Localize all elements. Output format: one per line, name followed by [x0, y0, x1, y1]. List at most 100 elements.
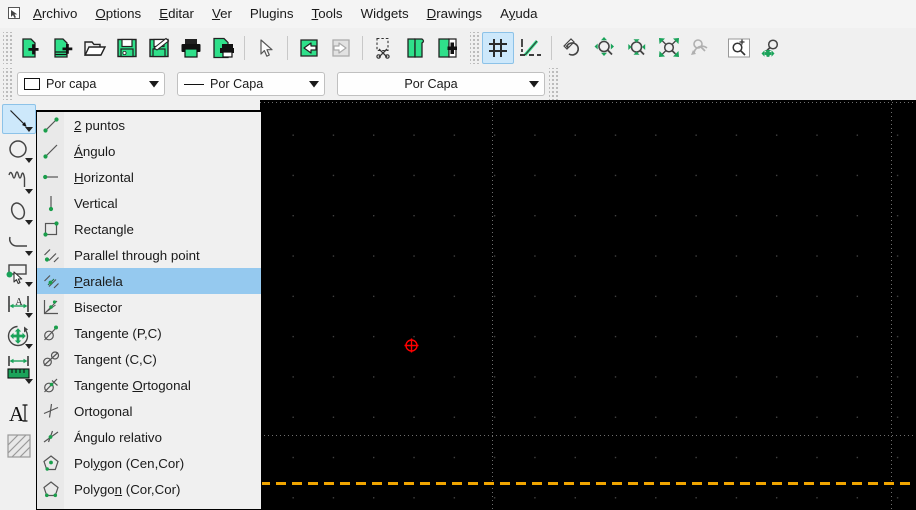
menu-item-bisector[interactable]: Bisector	[37, 294, 261, 320]
menu-item-label: Ángulo	[74, 143, 116, 159]
menu-item-tangente-pc[interactable]: Tangente (P,C)	[37, 320, 261, 346]
menu-item-label: Vertical	[74, 195, 118, 211]
menu-item-paralela[interactable]: Paralela	[37, 268, 261, 294]
menu-archivo[interactable]: AArchivorchivo	[24, 2, 86, 26]
text-tool-icon[interactable]: A	[2, 397, 36, 429]
chevron-down-icon[interactable]	[25, 282, 33, 287]
line-tools-icon[interactable]	[2, 104, 36, 134]
draft-mode-icon[interactable]	[514, 32, 546, 64]
menu-tools[interactable]: Tools	[303, 2, 352, 26]
menu-item-rectangle[interactable]: Rectangle	[37, 216, 261, 242]
zoom-pan-icon[interactable]	[755, 32, 787, 64]
linewidth-combo[interactable]: Por Capa	[177, 72, 325, 96]
redraw-icon[interactable]	[557, 32, 589, 64]
chevron-down-icon[interactable]	[25, 158, 33, 163]
menu-item-label: Tangente Ortogonal	[74, 377, 191, 393]
toolbar-separator	[551, 36, 552, 60]
select-pointer-icon[interactable]	[250, 32, 282, 64]
menu-bar: AArchivorchivo Options Editar Ver Plugin…	[0, 0, 916, 28]
chevron-down-icon[interactable]	[25, 379, 33, 384]
menu-drawings[interactable]: Drawings	[418, 2, 491, 26]
menu-item-tangent-cc[interactable]: Tangent (C,C)	[37, 346, 261, 372]
crosshair-cursor	[404, 338, 419, 353]
toolbar-grip[interactable]	[3, 68, 12, 100]
print-preview-icon[interactable]	[207, 32, 239, 64]
zoom-out-icon[interactable]	[621, 32, 653, 64]
menu-item-label: Rectangle	[74, 221, 134, 237]
paste-icon[interactable]	[432, 32, 464, 64]
menu-item-tangente-ortogonal[interactable]: Tangente Ortogonal	[37, 372, 261, 398]
line-horizontal-icon	[37, 164, 64, 190]
menu-item-polygon-cor-cor[interactable]: Polygon (Cor,Cor)	[37, 476, 261, 502]
color-combo[interactable]: Por capa	[17, 72, 165, 96]
zoom-auto-icon[interactable]	[653, 32, 685, 64]
arc-tools-icon[interactable]	[2, 228, 36, 258]
copy-icon[interactable]	[400, 32, 432, 64]
menu-editar[interactable]: Editar	[150, 2, 203, 26]
drawing-canvas[interactable]	[260, 100, 916, 510]
hatch-tool-icon[interactable]	[2, 430, 36, 462]
menu-plugins[interactable]: Plugins	[241, 2, 303, 26]
new-from-template-icon[interactable]	[47, 32, 79, 64]
chevron-down-icon[interactable]	[25, 344, 33, 349]
color-combo-value: Por capa	[46, 77, 97, 91]
menu-item-2-puntos[interactable]: 2 puntos	[37, 112, 261, 138]
spline-tools-icon[interactable]	[2, 166, 36, 196]
select-tools-icon[interactable]	[2, 259, 36, 289]
save-as-icon[interactable]	[143, 32, 175, 64]
linetype-combo[interactable]: Por Capa	[337, 72, 545, 96]
menu-item-polygon-cen-cor[interactable]: Polygon (Cen,Cor)	[37, 450, 261, 476]
menu-options[interactable]: Options	[86, 2, 150, 26]
svg-text:A: A	[9, 402, 25, 426]
new-file-icon[interactable]	[15, 32, 47, 64]
menu-ver[interactable]: Ver	[203, 2, 241, 26]
chevron-down-icon[interactable]	[25, 127, 33, 132]
menu-item-label: Polygon (Cen,Cor)	[74, 455, 185, 471]
menu-item-angulo-relativo[interactable]: Ángulo relativo	[37, 424, 261, 450]
chevron-down-icon[interactable]	[524, 80, 544, 88]
toolbar-grip[interactable]	[470, 32, 479, 64]
print-icon[interactable]	[175, 32, 207, 64]
menu-item-label: Tangente (P,C)	[74, 325, 162, 341]
save-icon[interactable]	[111, 32, 143, 64]
ellipse-tools-icon[interactable]	[2, 197, 36, 227]
menu-item-label: Paralela	[74, 273, 123, 289]
info-tools-icon[interactable]	[2, 352, 36, 386]
open-file-icon[interactable]	[79, 32, 111, 64]
chevron-down-icon[interactable]	[25, 313, 33, 318]
menu-item-angulo[interactable]: Ángulo	[37, 138, 261, 164]
grid-toggle-icon[interactable]	[482, 32, 514, 64]
attributes-toolbar: Por capa Por Capa Por Capa	[0, 68, 916, 100]
zoom-previous-icon[interactable]	[685, 32, 717, 64]
menu-item-label: Horizontal	[74, 169, 134, 185]
modify-tools-icon[interactable]	[2, 321, 36, 351]
redo-icon[interactable]	[325, 32, 357, 64]
menu-item-parallel-through-point[interactable]: Parallel through point	[37, 242, 261, 268]
menu-item-vertical[interactable]: Vertical	[37, 190, 261, 216]
menu-item-label: Parallel through point	[74, 247, 200, 263]
toolbar-grip[interactable]	[3, 32, 12, 64]
menu-ayuda[interactable]: Ayuda	[491, 2, 546, 26]
menu-item-horizontal[interactable]: Horizontal	[37, 164, 261, 190]
zoom-window-icon[interactable]	[723, 32, 755, 64]
menu-item-label: Tangent (C,C)	[74, 351, 157, 367]
line-rectangle-icon	[37, 216, 64, 242]
menu-item-label: Ángulo relativo	[74, 429, 162, 445]
meta-grid-vertical	[492, 100, 493, 510]
chevron-down-icon[interactable]	[25, 189, 33, 194]
chevron-down-icon[interactable]	[25, 220, 33, 225]
chevron-down-icon[interactable]	[144, 80, 164, 88]
menu-item-ortogonal[interactable]: Ortogonal	[37, 398, 261, 424]
menu-widgets[interactable]: Widgets	[352, 2, 418, 26]
layer-color-swatch	[24, 78, 40, 90]
dimension-tools-icon[interactable]: A	[2, 290, 36, 320]
cut-icon[interactable]	[368, 32, 400, 64]
app-cursor-icon	[0, 0, 24, 28]
toolbar-grip[interactable]	[549, 68, 558, 100]
circle-tools-icon[interactable]	[2, 135, 36, 165]
chevron-down-icon[interactable]	[304, 80, 324, 88]
undo-icon[interactable]	[293, 32, 325, 64]
chevron-down-icon[interactable]	[25, 251, 33, 256]
toolbar-separator	[362, 36, 363, 60]
zoom-in-icon[interactable]	[589, 32, 621, 64]
